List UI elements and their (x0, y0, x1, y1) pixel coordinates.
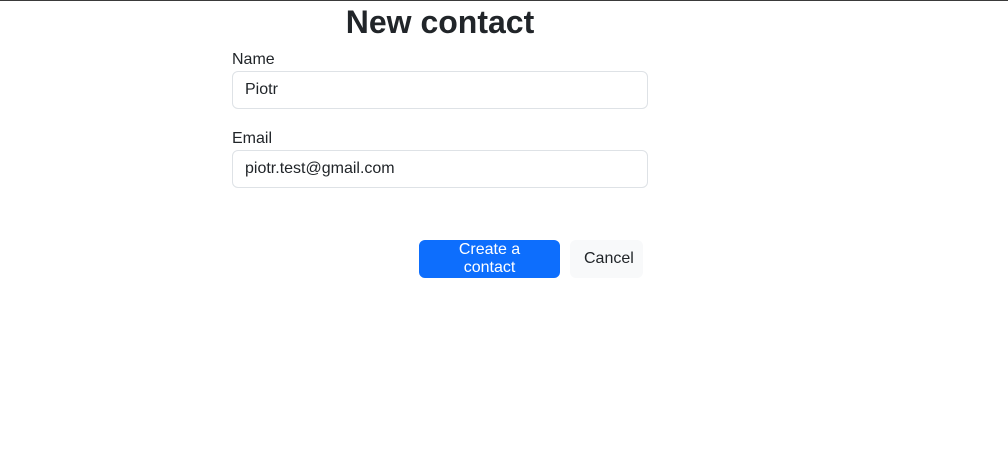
name-label: Name (232, 51, 275, 68)
cancel-button[interactable]: Cancel (570, 240, 643, 278)
contact-form: Name Email (232, 50, 648, 208)
form-actions: Create a contact Cancel (419, 240, 643, 278)
name-input[interactable] (232, 71, 648, 109)
page: New contact Name Email Create a contact … (0, 0, 1008, 470)
email-field-group: Email (232, 129, 648, 188)
top-border (0, 0, 1008, 1)
create-contact-button[interactable]: Create a contact (419, 240, 560, 278)
email-label: Email (232, 130, 273, 147)
name-field-group: Name (232, 50, 648, 109)
page-title: New contact (345, 4, 535, 40)
email-input[interactable] (232, 150, 648, 188)
